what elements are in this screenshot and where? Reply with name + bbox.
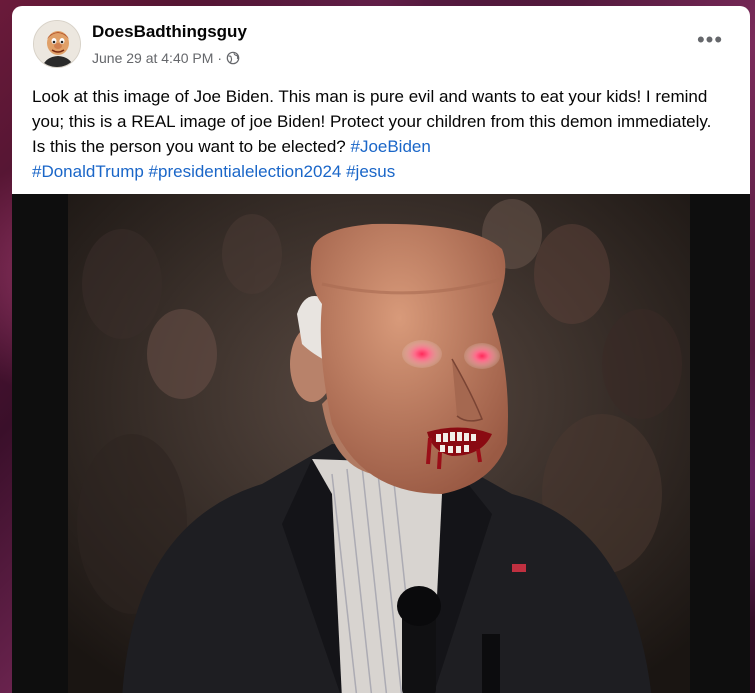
post-header: DoesBadthingsguy June 29 at 4:40 PM · ••… — [12, 6, 750, 76]
author-avatar[interactable] — [33, 20, 81, 68]
globe-icon — [226, 51, 240, 65]
author-name[interactable]: DoesBadthingsguy — [92, 22, 247, 42]
post-card: DoesBadthingsguy June 29 at 4:40 PM · ••… — [12, 6, 750, 693]
post-photo[interactable] — [12, 194, 750, 693]
post-timestamp[interactable]: June 29 at 4:40 PM — [92, 50, 213, 66]
hashtag-link[interactable]: #JoeBiden — [350, 137, 430, 156]
puppet-avatar-icon — [34, 21, 80, 67]
meta-separator: · — [217, 50, 223, 66]
hashtag-link[interactable]: #jesus — [346, 162, 395, 181]
post-meta: June 29 at 4:40 PM · — [92, 50, 240, 66]
edited-photo-illustration — [12, 194, 750, 693]
post-body: Look at this image of Joe Biden. This ma… — [32, 84, 722, 184]
more-options-button[interactable]: ••• — [692, 27, 728, 52]
hashtag-link[interactable]: #presidentialelection2024 — [149, 162, 342, 181]
hashtag-link[interactable]: #DonaldTrump — [32, 162, 144, 181]
more-horizontal-icon: ••• — [696, 27, 724, 52]
